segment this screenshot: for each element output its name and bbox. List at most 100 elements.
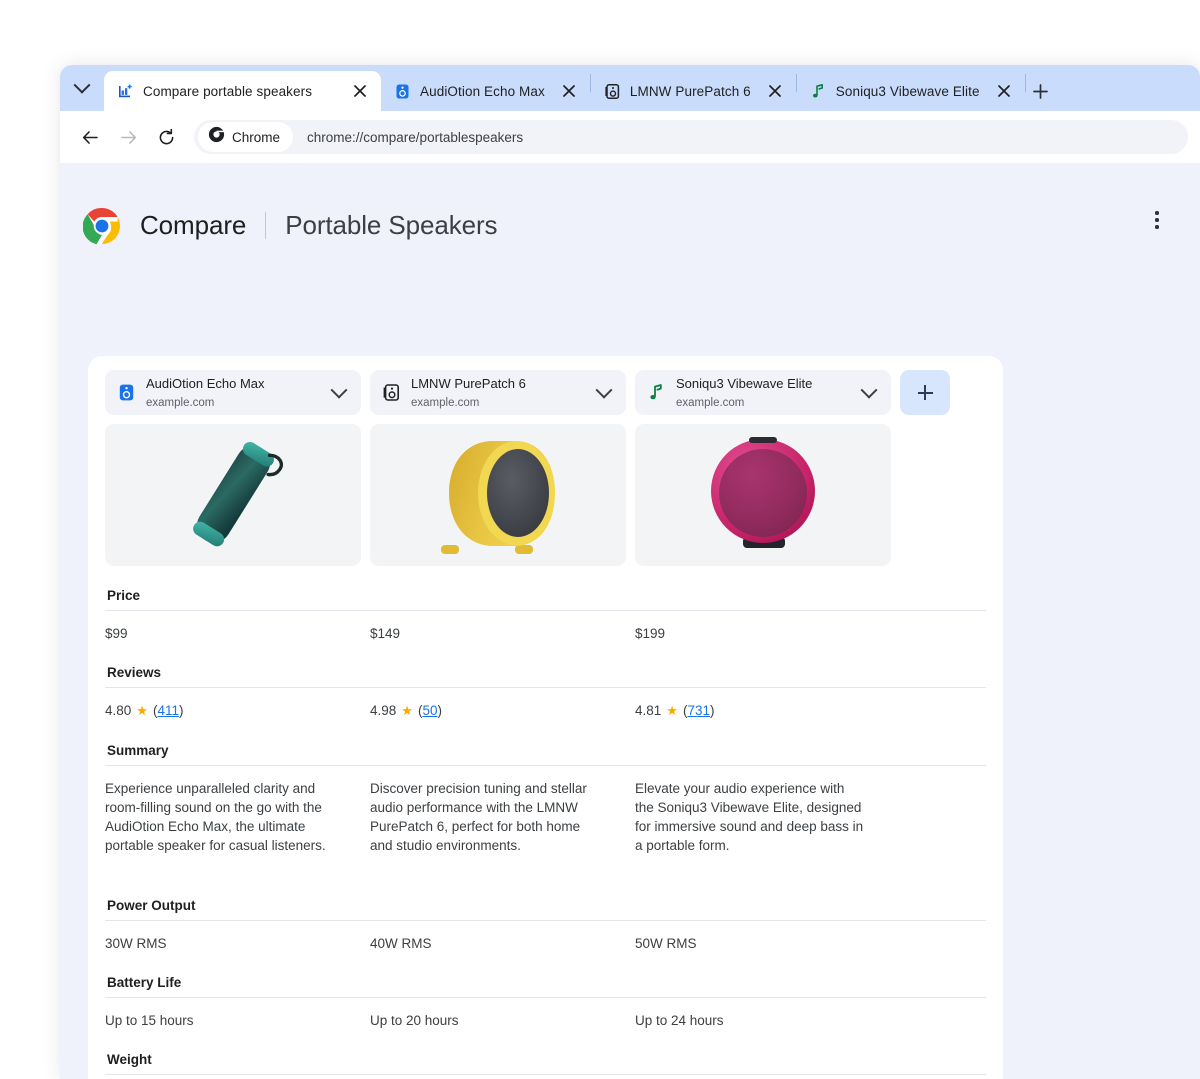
address-bar[interactable]: Chrome chrome://compare/portablespeakers (194, 120, 1188, 154)
tab-soniqu3-vibewave-elite[interactable]: Soniqu3 Vibewave Elite (797, 71, 1025, 111)
spec-block-price: Price $99 $149 $199 (105, 566, 986, 643)
close-icon[interactable] (558, 80, 580, 102)
close-icon[interactable] (993, 80, 1015, 102)
chevron-down-icon[interactable] (860, 381, 878, 399)
forward-button[interactable] (110, 119, 146, 155)
review-count-wrapper: (411) (152, 703, 184, 719)
browser-toolbar: Chrome chrome://compare/portablespeakers (60, 111, 1200, 163)
speaker-blue-icon (394, 83, 411, 100)
product-selector-3[interactable]: Soniqu3 Vibewave Elite example.com (635, 370, 891, 415)
tab-audiotion-echo-max[interactable]: AudiOtion Echo Max (381, 71, 590, 111)
product-selector-1[interactable]: AudiOtion Echo Max example.com (105, 370, 361, 415)
plus-icon (917, 385, 933, 400)
star-icon: ★ (136, 703, 148, 719)
review-count-link[interactable]: 411 (157, 703, 179, 718)
chrome-chip[interactable]: Chrome (198, 122, 294, 152)
close-icon[interactable] (349, 80, 371, 102)
review-count-wrapper: (50) (417, 703, 442, 719)
tab-lmnw-purepatch-6[interactable]: LMNW PurePatch 6 (591, 71, 796, 111)
tab-search-button[interactable] (60, 65, 104, 111)
product-selector-text: Soniqu3 Vibewave Elite example.com (676, 375, 853, 411)
spec-values-power-output: 30W RMS 40W RMS 50W RMS (105, 919, 986, 953)
chrome-chip-label: Chrome (232, 129, 281, 145)
tab-compare-portable-speakers[interactable]: Compare portable speakers (104, 71, 381, 111)
star-icon: ★ (666, 703, 678, 719)
review-count-wrapper: (731) (682, 703, 715, 719)
price-value-1: $99 (105, 626, 128, 641)
close-icon[interactable] (764, 80, 786, 102)
tab-title: Soniqu3 Vibewave Elite (835, 83, 980, 99)
address-bar-url: chrome://compare/portablespeakers (307, 129, 524, 145)
product-image-1 (105, 424, 361, 566)
spec-label-power-output: Power Output (107, 897, 196, 913)
price-value-2: $149 (370, 626, 401, 641)
product-name: AudiOtion Echo Max (146, 375, 265, 391)
reload-button[interactable] (148, 119, 184, 155)
compare-icon (117, 83, 134, 100)
spec-block-summary: Summary Experience unparalleled clarity … (105, 721, 986, 876)
product-selector-text: AudiOtion Echo Max example.com (146, 375, 323, 411)
spec-values-reviews: 4.80 ★ (411) 4.98 ★ (50) 4.81 ★ (731) (105, 687, 986, 720)
spec-label-price: Price (107, 588, 141, 603)
rating-value: 4.80 (105, 703, 132, 719)
product-name: Soniqu3 Vibewave Elite (676, 375, 813, 391)
product-selector-2[interactable]: LMNW PurePatch 6 example.com (370, 370, 626, 415)
speaker-dark-icon (604, 83, 621, 100)
rating-value: 4.98 (370, 703, 397, 719)
product-image-3 (635, 424, 891, 566)
rating-cell-3: 4.81 ★ (731) (635, 701, 900, 720)
spec-values-weight: 2 lbs 3 lbs 3.5 lbs (105, 1074, 986, 1079)
tab-title: LMNW PurePatch 6 (629, 83, 751, 99)
comparison-card: AudiOtion Echo Max example.com LMNW Pure… (88, 356, 1003, 1079)
power-output-value-3: 50W RMS (635, 935, 697, 951)
teal-cylinder-speaker-icon (193, 441, 284, 547)
chevron-down-icon[interactable] (330, 381, 348, 399)
summary-value-3: Elevate your audio experience with the S… (635, 780, 864, 854)
rating-cell-1: 4.80 ★ (411) (105, 701, 370, 720)
spec-block-weight: Weight 2 lbs 3 lbs 3.5 lbs (105, 1030, 986, 1079)
back-button[interactable] (72, 119, 108, 155)
spec-values-summary: Experience unparalleled clarity and room… (105, 764, 986, 876)
review-count-link[interactable]: 50 (422, 703, 437, 718)
product-image-row (105, 424, 986, 566)
rating-value: 4.81 (635, 703, 662, 719)
summary-value-1: Experience unparalleled clarity and room… (105, 780, 326, 854)
new-tab-button[interactable] (1026, 76, 1056, 106)
header-divider (265, 212, 267, 239)
power-output-value-2: 40W RMS (370, 935, 432, 951)
pink-disc-speaker-icon (710, 436, 815, 548)
add-product-button[interactable] (900, 370, 950, 415)
battery-life-value-2: Up to 20 hours (370, 1013, 459, 1029)
product-domain: example.com (146, 396, 215, 409)
speaker-blue-icon (117, 383, 136, 402)
chevron-down-icon[interactable] (595, 381, 613, 399)
spec-values-battery-life: Up to 15 hours Up to 20 hours Up to 24 h… (105, 997, 986, 1030)
product-domain: example.com (676, 396, 745, 409)
spec-label-weight: Weight (107, 1052, 152, 1068)
music-note-icon (810, 83, 827, 100)
product-selector-row: AudiOtion Echo Max example.com LMNW Pure… (105, 370, 986, 415)
yellow-barrel-speaker-icon (441, 440, 555, 554)
product-name: LMNW PurePatch 6 (411, 375, 526, 391)
spec-values-price: $99 $149 $199 (105, 610, 986, 643)
star-icon: ★ (401, 703, 413, 719)
chrome-logo-icon (82, 207, 121, 245)
product-image-2 (370, 424, 626, 566)
battery-life-value-3: Up to 24 hours (635, 1013, 724, 1029)
product-selector-text: LMNW PurePatch 6 example.com (411, 375, 588, 411)
spec-label-reviews: Reviews (107, 665, 162, 681)
spec-label-battery-life: Battery Life (107, 975, 182, 991)
tab-title: Compare portable speakers (143, 83, 313, 99)
chrome-icon (208, 126, 225, 148)
tab-strip: Compare portable speakers AudiOtion Echo… (60, 65, 1200, 111)
spec-block-power-output: Power Output 30W RMS 40W RMS 50W RMS (105, 876, 986, 953)
review-count-link[interactable]: 731 (687, 703, 710, 718)
app-name: Compare (140, 210, 247, 240)
spec-label-summary: Summary (107, 742, 169, 758)
more-vertical-icon[interactable] (1144, 207, 1170, 233)
product-domain: example.com (411, 396, 480, 409)
spec-block-battery-life: Battery Life Up to 15 hours Up to 20 hou… (105, 953, 986, 1030)
page-title: Portable Speakers (285, 210, 498, 240)
battery-life-value-1: Up to 15 hours (105, 1013, 194, 1029)
power-output-value-1: 30W RMS (105, 935, 167, 951)
